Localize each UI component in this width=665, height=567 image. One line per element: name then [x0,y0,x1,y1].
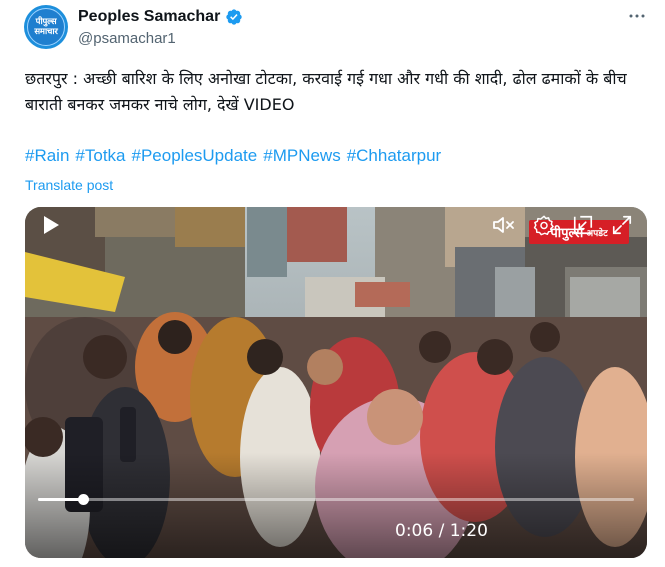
video-time-display: 0:06 / 1:20 [395,521,488,541]
avatar-text-line2: समाचार [34,27,58,37]
avatar[interactable]: पीपुल्स समाचार [24,5,68,49]
play-triangle-icon [44,216,59,234]
video-progress-handle[interactable] [77,494,89,505]
avatar-logo: पीपुल्स समाचार [27,8,65,46]
avatar-text-line1: पीपुल्स [35,17,57,27]
hashtag-mpnews[interactable]: #MPNews [263,146,340,165]
author-name-row: Peoples Samachar [78,8,243,26]
expand-icon[interactable] [608,207,636,243]
video-progress-fill [38,498,83,501]
video-duration: 1:20 [449,521,488,541]
author-display-name[interactable]: Peoples Samachar [78,8,220,26]
tweet-card: पीपुल्स समाचार Peoples Samachar @psamach… [0,0,665,567]
hashtag-rain[interactable]: #Rain [25,146,69,165]
author-handle[interactable]: @psamachar1 [78,30,176,47]
play-icon[interactable] [35,207,67,243]
post-text: छतरपुर : अच्छी बारिश के लिए अनोखा टोटका,… [25,69,627,114]
video-current-time: 0:06 [395,521,434,541]
verified-badge-icon [226,9,242,25]
fullscreen-arrows-icon [612,215,632,235]
hashtag-list: #Rain #Totka #PeoplesUpdate #MPNews #Chhatar… [25,146,447,166]
translate-post-link[interactable]: Translate post [25,177,113,193]
more-dots-icon [629,14,645,18]
hashtag-chhatarpur[interactable]: #Chhatarpur [347,146,442,165]
gear-icon [533,215,554,236]
speaker-muted-icon [493,217,514,233]
video-frame [25,207,647,558]
video-player[interactable]: पीपुल्स अपडेट 0:06 / 1:20 [25,207,647,558]
mute-icon[interactable] [490,207,518,243]
settings-icon[interactable] [530,207,558,243]
video-progress-bar[interactable] [38,494,634,505]
hashtag-totka[interactable]: #Totka [75,146,125,165]
hashtag-peoplesupdate[interactable]: #PeoplesUpdate [132,146,258,165]
exit-fullscreen-icon[interactable] [569,207,597,243]
more-options-icon[interactable] [627,6,647,26]
dock-icon [573,215,593,235]
